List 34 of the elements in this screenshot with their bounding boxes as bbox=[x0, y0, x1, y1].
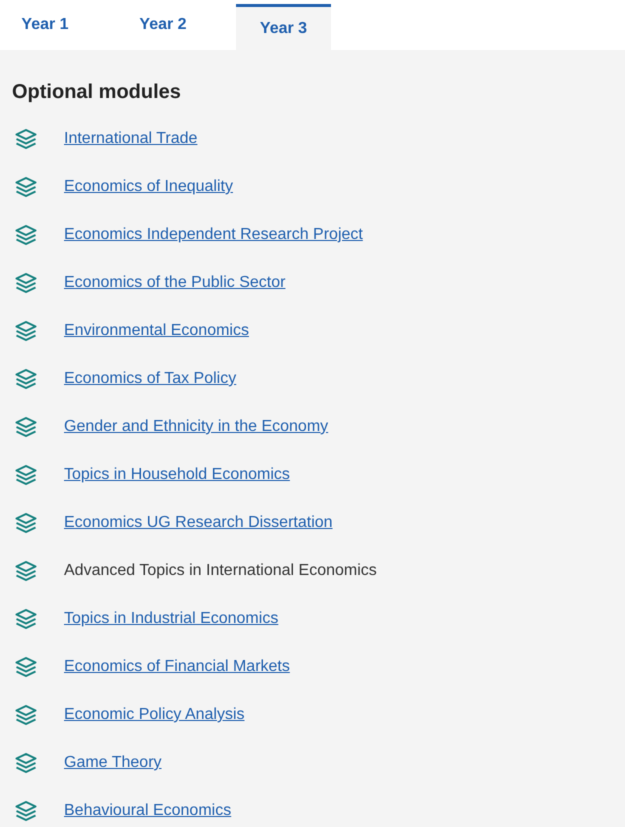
module-link[interactable]: Economics UG Research Dissertation bbox=[64, 514, 333, 532]
module-link[interactable]: Economic Policy Analysis bbox=[64, 706, 245, 724]
module-link[interactable]: Environmental Economics bbox=[64, 322, 249, 340]
layers-icon bbox=[15, 369, 37, 389]
module-link[interactable]: Economics of Financial Markets bbox=[64, 658, 290, 676]
year-tab[interactable]: Year 3 bbox=[236, 4, 331, 50]
module-link[interactable]: Economics of Tax Policy bbox=[64, 370, 236, 388]
module-title: Advanced Topics in International Economics bbox=[64, 562, 377, 580]
layers-icon bbox=[15, 273, 37, 293]
layers-icon bbox=[15, 561, 37, 581]
year-tab[interactable]: Year 1 bbox=[0, 0, 90, 50]
module-link[interactable]: Behavioural Economics bbox=[64, 802, 232, 820]
module-link[interactable]: Game Theory bbox=[64, 754, 162, 772]
module-link[interactable]: Topics in Industrial Economics bbox=[64, 610, 278, 628]
module-link[interactable]: Gender and Ethnicity in the Economy bbox=[64, 418, 328, 436]
module-link[interactable]: Economics of the Public Sector bbox=[64, 274, 286, 292]
layers-icon bbox=[15, 705, 37, 725]
module-link[interactable]: International Trade bbox=[64, 130, 198, 148]
layers-icon bbox=[15, 657, 37, 677]
layers-icon bbox=[15, 417, 37, 437]
layers-icon bbox=[15, 225, 37, 245]
section-heading: Optional modules bbox=[12, 80, 182, 104]
module-link[interactable]: Topics in Household Economics bbox=[64, 466, 290, 484]
layers-icon bbox=[15, 609, 37, 629]
module-link[interactable]: Economics Independent Research Project bbox=[64, 226, 363, 244]
layers-icon bbox=[15, 513, 37, 533]
layers-icon bbox=[15, 321, 37, 341]
layers-icon bbox=[15, 801, 37, 821]
layers-icon bbox=[15, 129, 37, 149]
module-link[interactable]: Economics of Inequality bbox=[64, 178, 233, 196]
year-tab[interactable]: Year 2 bbox=[118, 0, 208, 50]
layers-icon bbox=[15, 465, 37, 485]
layers-icon bbox=[15, 177, 37, 197]
layers-icon bbox=[15, 753, 37, 773]
